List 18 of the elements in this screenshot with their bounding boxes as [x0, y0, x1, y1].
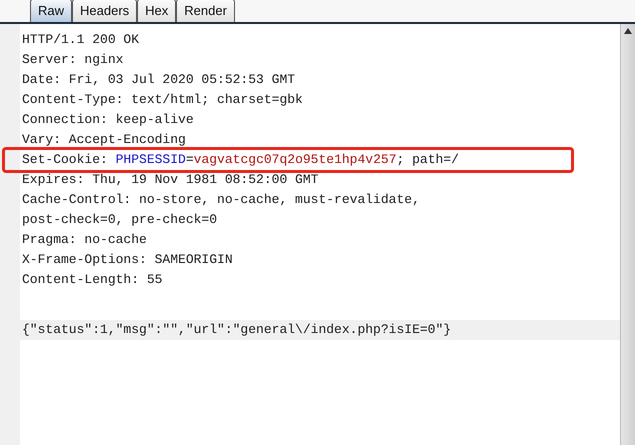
- response-line: Server: nginx: [21, 51, 124, 69]
- response-line: Content-Type: text/html; charset=gbk: [21, 91, 304, 109]
- response-line: HTTP/1.1 200 OK: [21, 31, 140, 49]
- response-line: X-Frame-Options: SAMEORIGIN: [21, 251, 234, 269]
- tab[interactable]: Headers: [72, 0, 138, 22]
- tab[interactable]: Raw: [30, 0, 72, 22]
- response-line: Date: Fri, 03 Jul 2020 05:52:53 GMT: [21, 71, 296, 89]
- response-line: Cache-Control: no-store, no-cache, must-revalidate,: [21, 191, 421, 209]
- response-line: Content-Length: 55: [21, 271, 164, 289]
- response-line: post-check=0, pre-check=0: [21, 211, 218, 229]
- response-line: Connection: keep-alive: [21, 111, 195, 129]
- tab[interactable]: Render: [176, 0, 235, 22]
- scrollbar[interactable]: [620, 24, 635, 445]
- response-line: Vary: Accept-Encoding: [21, 131, 187, 149]
- tab[interactable]: Hex: [137, 0, 176, 22]
- response-line: Expires: Thu, 19 Nov 1981 08:52:00 GMT: [21, 171, 320, 189]
- up-arrow-icon[interactable]: [624, 28, 632, 34]
- response-line: Pragma: no-cache: [21, 231, 148, 249]
